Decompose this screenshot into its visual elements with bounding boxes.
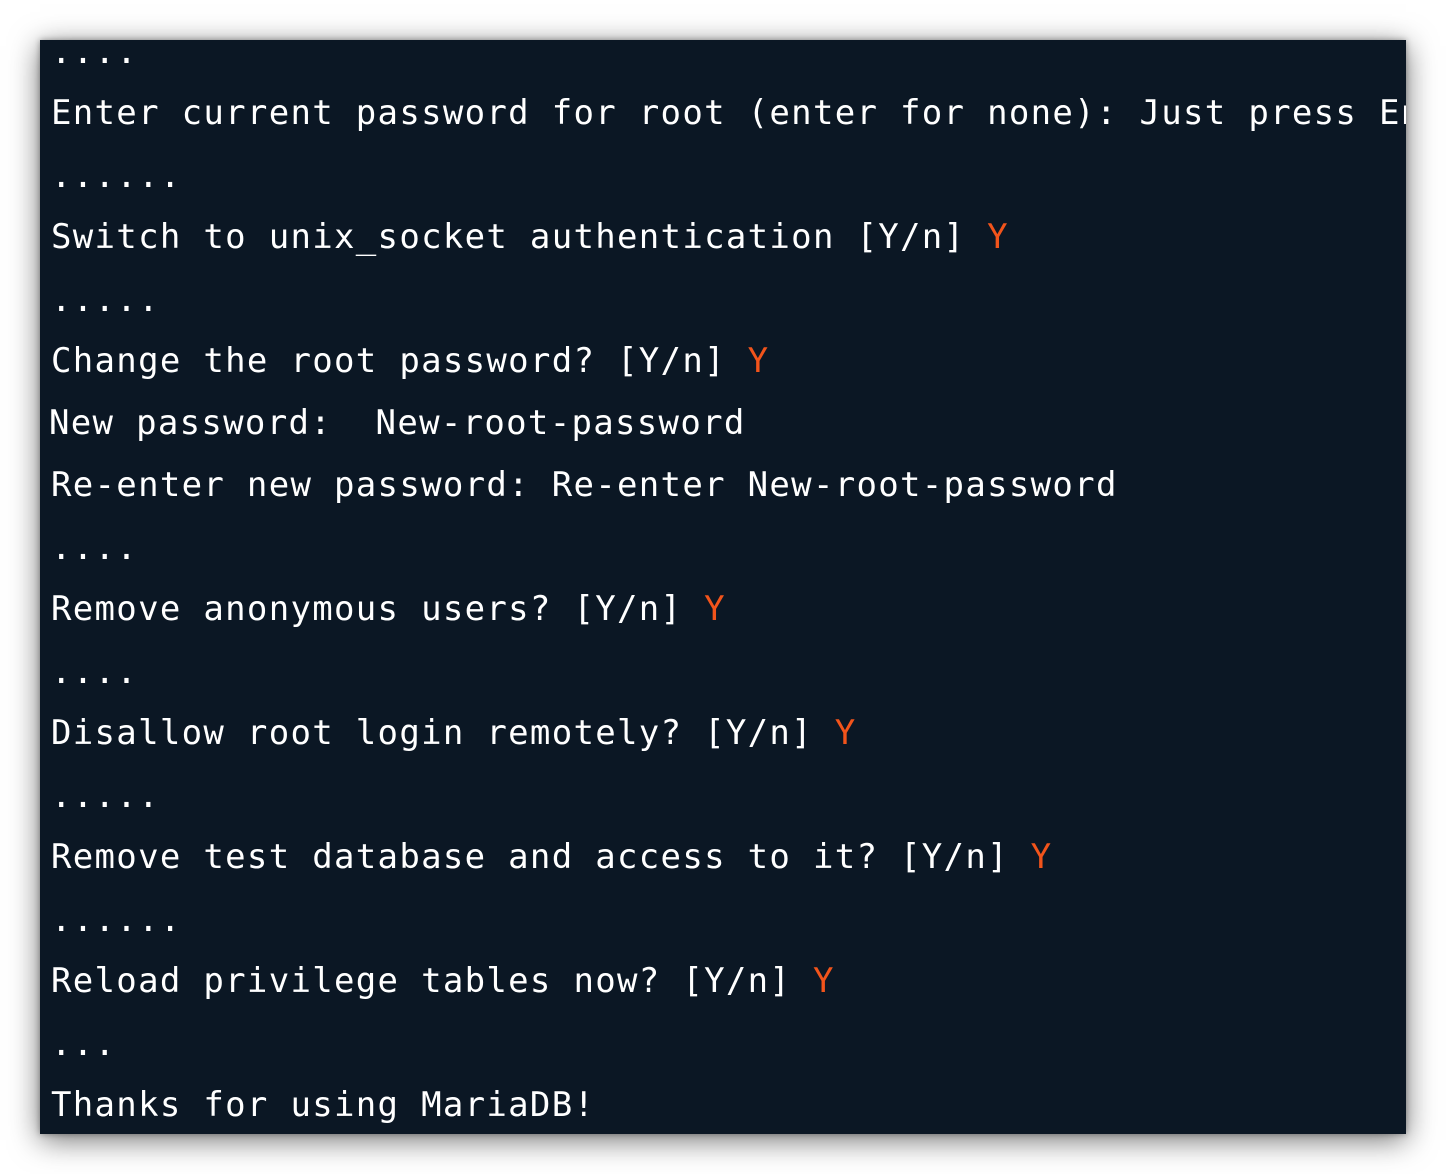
line-text: .... xyxy=(51,40,139,72)
line-text: New password: New-root-password xyxy=(49,403,746,443)
line-answer: Y xyxy=(704,589,726,629)
terminal-line: Remove test database and access to it? [… xyxy=(51,837,1052,877)
line-text: .... xyxy=(51,528,139,568)
line-text: Disallow root login remotely? [Y/n] xyxy=(51,713,835,753)
terminal-line: New password: New-root-password xyxy=(49,403,746,443)
line-text: ... xyxy=(51,1024,117,1064)
line-text: ...... xyxy=(51,156,182,196)
terminal-line: Remove anonymous users? [Y/n] Y xyxy=(51,589,726,629)
terminal-line: Re-enter new password: Re-enter New-root… xyxy=(51,465,1118,505)
line-text: Re-enter new password: Re-enter New-root… xyxy=(51,465,1118,505)
terminal-line: Thanks for using MariaDB! xyxy=(51,1085,595,1125)
line-text: Remove test database and access to it? [… xyxy=(51,837,1031,877)
line-text: .... xyxy=(51,652,139,692)
terminal-line: .... xyxy=(51,652,138,692)
line-answer: Y xyxy=(1030,837,1053,877)
line-answer: Y xyxy=(747,341,770,381)
terminal-line: ..... xyxy=(51,280,160,320)
terminal-line: ...... xyxy=(51,900,182,940)
line-text: Switch to unix_socket authentication [Y/… xyxy=(51,217,988,257)
terminal-line: Change the root password? [Y/n] Y xyxy=(51,341,769,381)
terminal-line: .... xyxy=(51,40,138,72)
terminal-line: Reload privilege tables now? [Y/n] Y xyxy=(51,961,835,1001)
terminal-line: .... xyxy=(51,528,138,568)
line-text: Enter current password for root (enter f… xyxy=(51,93,1406,133)
line-text: Remove anonymous users? [Y/n] xyxy=(51,589,705,629)
line-text: Thanks for using MariaDB! xyxy=(51,1085,596,1125)
terminal-line: Switch to unix_socket authentication [Y/… xyxy=(51,217,1009,257)
terminal-line: ...... xyxy=(51,156,182,196)
line-text: Reload privilege tables now? [Y/n] xyxy=(51,961,813,1001)
line-answer: Y xyxy=(987,217,1009,257)
line-text: Change the root password? [Y/n] xyxy=(51,341,748,381)
line-answer: Y xyxy=(834,713,857,753)
line-text: ..... xyxy=(51,776,160,816)
terminal-line: Enter current password for root (enter f… xyxy=(51,93,1406,133)
line-answer: Y xyxy=(812,961,835,1001)
terminal-line: ..... xyxy=(51,776,160,816)
terminal-line: Disallow root login remotely? [Y/n] Y xyxy=(51,713,857,753)
line-text: ...... xyxy=(51,900,182,940)
line-text: ..... xyxy=(51,280,160,320)
terminal-window: .... Enter current password for root (en… xyxy=(40,40,1406,1134)
terminal-line: ... xyxy=(51,1024,116,1064)
